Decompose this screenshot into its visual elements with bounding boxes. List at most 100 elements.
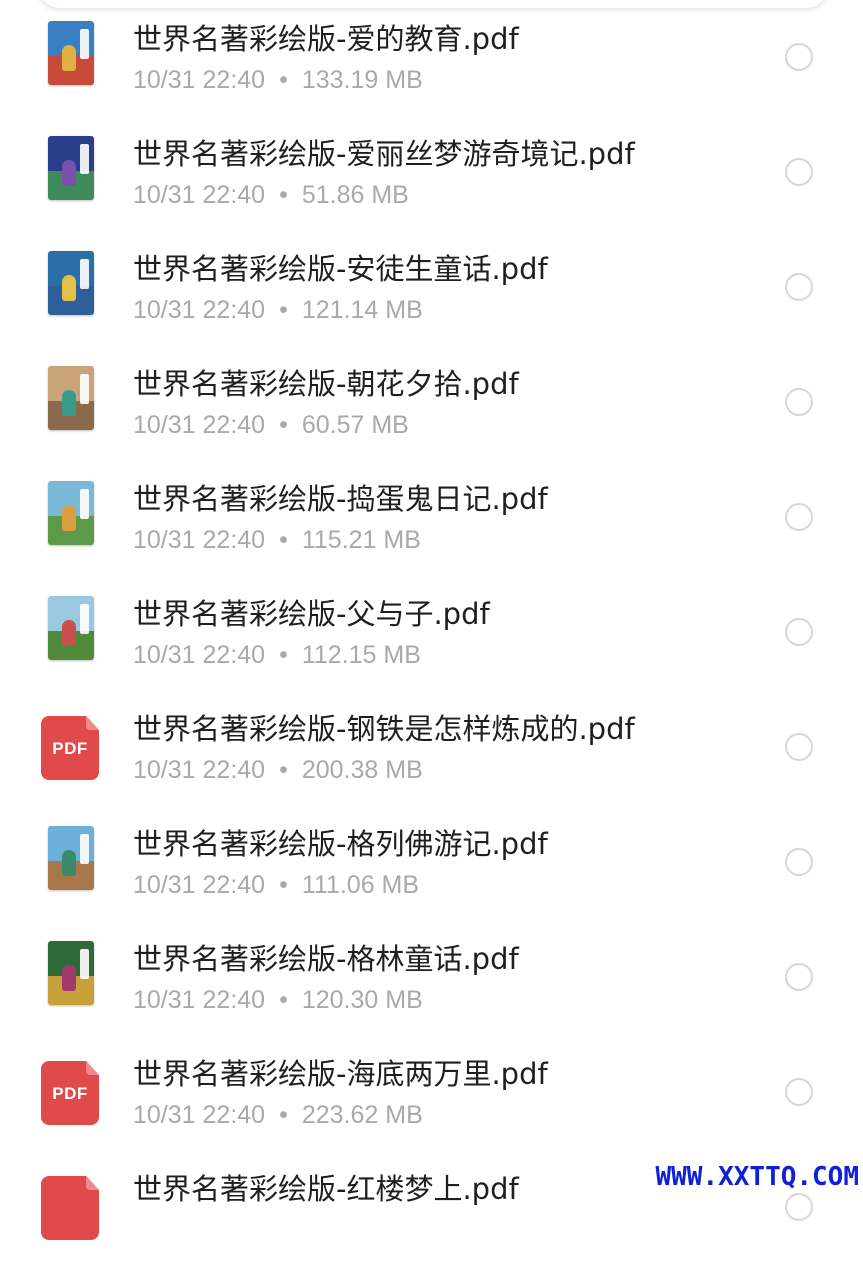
file-date: 10/31 22:40 [133, 66, 266, 94]
cover-figure [62, 160, 76, 186]
watermark: WWW.XXTTQ.COM [655, 1162, 860, 1192]
book-cover-thumbnail [48, 596, 94, 660]
cover-title-strip [80, 949, 89, 979]
cover-title-strip [80, 374, 89, 404]
file-size: 51.86 MB [301, 181, 409, 209]
file-row[interactable]: 世界名著彩绘版-捣蛋鬼日记.pdf 10/31 22:40 • 115.21 MB [0, 461, 863, 576]
file-meta: 10/31 22:40 • 51.86 MB [133, 178, 409, 212]
cover-title-strip [80, 29, 89, 59]
file-name: 世界名著彩绘版-格列佛游记.pdf [133, 827, 548, 861]
file-size: 200.38 MB [301, 756, 423, 784]
file-name: 世界名著彩绘版-格林童话.pdf [133, 942, 519, 976]
file-meta: 10/31 22:40 • 60.57 MB [133, 408, 409, 442]
cover-figure [62, 45, 76, 71]
select-checkbox[interactable] [785, 158, 813, 186]
file-row[interactable]: 世界名著彩绘版-父与子.pdf 10/31 22:40 • 112.15 MB [0, 576, 863, 691]
select-checkbox[interactable] [785, 503, 813, 531]
file-size: 121.14 MB [301, 296, 423, 324]
file-date: 10/31 22:40 [133, 411, 266, 439]
file-meta: 10/31 22:40 • 112.15 MB [133, 638, 421, 672]
cover-title-strip [80, 604, 89, 634]
pdf-icon: PDF [41, 716, 99, 780]
pdf-icon-label: PDF [52, 1084, 88, 1103]
file-meta: 10/31 22:40 • 121.14 MB [133, 293, 423, 327]
cover-figure [62, 505, 76, 531]
book-cover-thumbnail [48, 136, 94, 200]
meta-separator: • [279, 871, 288, 899]
meta-separator: • [279, 411, 288, 439]
file-size: 112.15 MB [301, 641, 421, 669]
file-meta: 10/31 22:40 • 200.38 MB [133, 753, 423, 787]
select-checkbox[interactable] [785, 1078, 813, 1106]
file-row[interactable]: 世界名著彩绘版-爱的教育.pdf 10/31 22:40 • 133.19 MB [0, 1, 863, 116]
file-name: 世界名著彩绘版-朝花夕拾.pdf [133, 367, 519, 401]
file-meta: 10/31 22:40 • 120.30 MB [133, 983, 423, 1017]
file-name: 世界名著彩绘版-爱丽丝梦游奇境记.pdf [133, 137, 635, 171]
pdf-icon-fold [86, 716, 99, 730]
file-date: 10/31 22:40 [133, 986, 266, 1014]
file-date: 10/31 22:40 [133, 296, 266, 324]
file-row[interactable]: 世界名著彩绘版-朝花夕拾.pdf 10/31 22:40 • 60.57 MB [0, 346, 863, 461]
cover-title-strip [80, 259, 89, 289]
file-name: 世界名著彩绘版-钢铁是怎样炼成的.pdf [133, 712, 635, 746]
meta-separator: • [279, 526, 288, 554]
file-date: 10/31 22:40 [133, 871, 266, 899]
meta-separator: • [279, 296, 288, 324]
pdf-icon-label: PDF [52, 739, 88, 758]
file-row[interactable]: 世界名著彩绘版-格林童话.pdf 10/31 22:40 • 120.30 MB [0, 921, 863, 1036]
select-checkbox[interactable] [785, 848, 813, 876]
cover-figure [62, 850, 76, 876]
meta-separator: • [279, 756, 288, 784]
file-date: 10/31 22:40 [133, 526, 266, 554]
file-date: 10/31 22:40 [133, 1101, 266, 1129]
select-checkbox[interactable] [785, 1193, 813, 1221]
file-size: 60.57 MB [301, 411, 409, 439]
file-name: 世界名著彩绘版-捣蛋鬼日记.pdf [133, 482, 548, 516]
file-meta: 10/31 22:40 • 133.19 MB [133, 63, 423, 97]
select-checkbox[interactable] [785, 963, 813, 991]
meta-separator: • [279, 1101, 288, 1129]
file-size: 111.06 MB [301, 871, 420, 899]
book-cover-thumbnail [48, 366, 94, 430]
file-name: 世界名著彩绘版-红楼梦上.pdf [133, 1172, 519, 1206]
select-checkbox[interactable] [785, 43, 813, 71]
cover-title-strip [80, 489, 89, 519]
file-size: 223.62 MB [301, 1101, 423, 1129]
select-checkbox[interactable] [785, 733, 813, 761]
file-name: 世界名著彩绘版-安徒生童话.pdf [133, 252, 548, 286]
file-meta: 10/31 22:40 • 111.06 MB [133, 868, 419, 902]
pdf-icon-fold [86, 1061, 99, 1075]
book-cover-thumbnail [48, 941, 94, 1005]
cover-figure [62, 275, 76, 301]
file-row[interactable]: 世界名著彩绘版-安徒生童话.pdf 10/31 22:40 • 121.14 MB [0, 231, 863, 346]
cover-figure [62, 965, 76, 991]
file-date: 10/31 22:40 [133, 756, 266, 784]
book-cover-thumbnail [48, 251, 94, 315]
file-size: 120.30 MB [301, 986, 423, 1014]
book-cover-thumbnail [48, 826, 94, 890]
meta-separator: • [279, 66, 288, 94]
file-meta: 10/31 22:40 • 115.21 MB [133, 523, 421, 557]
file-row[interactable]: PDF 世界名著彩绘版-钢铁是怎样炼成的.pdf 10/31 22:40 • 200.3… [0, 691, 863, 806]
cover-figure [62, 620, 76, 646]
cover-title-strip [80, 144, 89, 174]
file-row[interactable]: 世界名著彩绘版-爱丽丝梦游奇境记.pdf 10/31 22:40 • 51.86 MB [0, 116, 863, 231]
meta-separator: • [279, 986, 288, 1014]
pdf-icon: PDF [41, 1061, 99, 1125]
file-date: 10/31 22:40 [133, 641, 266, 669]
pdf-icon-fold [86, 1176, 99, 1190]
book-cover-thumbnail [48, 21, 94, 85]
select-checkbox[interactable] [785, 388, 813, 416]
file-name: 世界名著彩绘版-海底两万里.pdf [133, 1057, 548, 1091]
file-row[interactable]: 世界名著彩绘版-格列佛游记.pdf 10/31 22:40 • 111.06 MB [0, 806, 863, 921]
file-row[interactable]: PDF 世界名著彩绘版-海底两万里.pdf 10/31 22:40 • 223.62 M… [0, 1036, 863, 1151]
select-checkbox[interactable] [785, 273, 813, 301]
cover-title-strip [80, 834, 89, 864]
meta-separator: • [279, 641, 288, 669]
cover-figure [62, 390, 76, 416]
file-date: 10/31 22:40 [133, 181, 266, 209]
file-name: 世界名著彩绘版-爱的教育.pdf [133, 22, 519, 56]
select-checkbox[interactable] [785, 618, 813, 646]
file-size: 115.21 MB [301, 526, 421, 554]
meta-separator: • [279, 181, 288, 209]
